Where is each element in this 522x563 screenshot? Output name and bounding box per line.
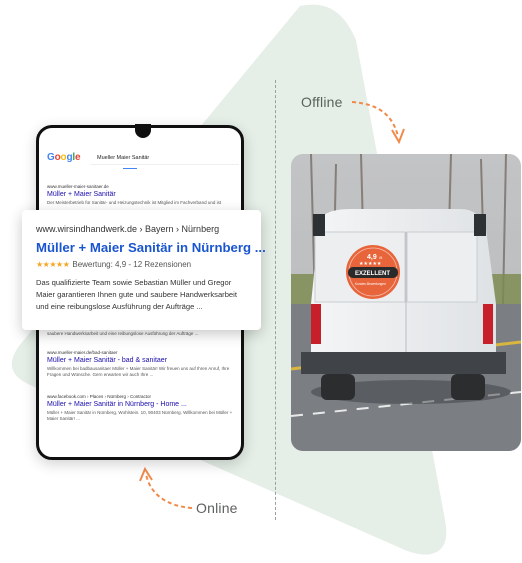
result-description: Müller + Maier Sanitär in Nürnberg, Wohl… <box>47 410 233 421</box>
online-label: Online <box>196 500 238 516</box>
van-photo: 4,9 /5 ★★★★★ EXZELLENT Kunden-Bewertunge… <box>291 154 521 451</box>
offline-label: Offline <box>301 94 343 110</box>
highlighted-result-card[interactable]: www.wirsindhandwerk.de › Bayern › Nürnbe… <box>22 210 266 330</box>
star-rating-icon: ★★★★★ <box>36 260 70 269</box>
result-description: Der Meisterbetrieb für Sanitär- und Heiz… <box>47 200 222 205</box>
result-description-peek: saubere Handwerksarbeit und eine reibung… <box>47 331 199 336</box>
result-description: Willkommen bei badbausanitaer Müller + M… <box>47 366 230 377</box>
search-result[interactable]: www.facebook.com › Places › Nürnberg › C… <box>47 394 237 422</box>
sticker-score: 4,9 <box>367 254 377 261</box>
offline-online-divider <box>275 80 276 520</box>
result-title[interactable]: Müller + Maier Sanitär in Nürnberg - Hom… <box>47 401 237 408</box>
search-input[interactable]: Mueller Maier Sanitär <box>91 151 239 165</box>
result-url: www.facebook.com › Places › Nürnberg › C… <box>47 394 152 399</box>
card-title[interactable]: Müller + Maier Sanitär in Nürnberg ... <box>36 240 266 255</box>
search-tab-indicator <box>123 168 137 169</box>
google-logo: Google <box>47 152 81 163</box>
result-title[interactable]: Müller + Maier Sanitär - bad & sanitaer <box>47 357 237 364</box>
card-rating-text: Bewertung: 4,9 - 12 Rezensionen <box>72 260 192 269</box>
card-url: www.wirsindhandwerk.de › Bayern › Nürnbe… <box>36 224 220 234</box>
sticker-stars-icon: ★★★★★ <box>359 261 382 267</box>
sticker-badge-text: EXZELLENT <box>355 271 390 277</box>
search-result[interactable]: www.mueller-maier-sanitaer.de Müller + M… <box>47 184 237 206</box>
sticker-sub-text: Kunden-Bewertungen <box>355 282 386 286</box>
result-title[interactable]: Müller + Maier Sanitär <box>47 191 237 198</box>
result-url: www.mueller-maier-sanitaer.de <box>47 184 109 189</box>
card-description: Das qualifizierte Team sowie Sebastian M… <box>36 278 237 311</box>
card-rating: ★★★★★ Bewertung: 4,9 - 12 Rezensionen <box>36 260 247 269</box>
result-url: www.mueller-maier.de/bad-sanitaer <box>47 350 118 355</box>
search-result[interactable]: www.mueller-maier.de/bad-sanitaer Müller… <box>47 350 237 378</box>
